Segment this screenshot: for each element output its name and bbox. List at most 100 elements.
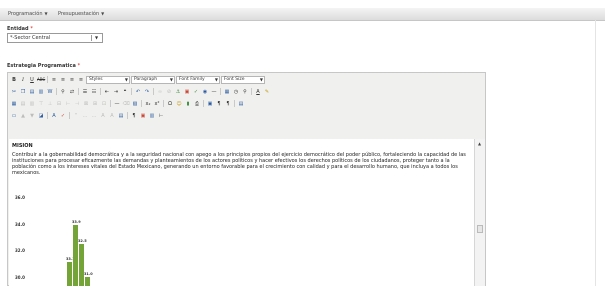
undo-icon[interactable]: ↶ (134, 88, 142, 96)
menu-bar: Programación ▼ Presupuestación ▼ (0, 8, 605, 21)
align-center-icon[interactable]: ≡ (59, 76, 67, 84)
visualchars-icon[interactable]: ¶ (130, 112, 138, 120)
split-cells-icon[interactable]: ⊞ (91, 100, 99, 108)
ltr-icon[interactable]: ¶ (215, 100, 223, 108)
visual-aid-icon[interactable]: ▧ (131, 100, 139, 108)
toolbar-row-3: ▦ ▤ ▥ ⊤ ⊥ ⊟ ⊢ ⊣ ⊠ ⊞ ⊡ — ⌫ ▧ x₂ x² Ω ☺ ▮ … (10, 99, 245, 108)
editor-scrollbar[interactable]: ▲ (474, 139, 485, 286)
editor-content[interactable]: MISION Contribuir a la gobernabilidad de… (9, 139, 475, 286)
layer-icon[interactable]: ▤ (237, 100, 245, 108)
paragraph-dropdown[interactable]: Paragraph ▼ (131, 75, 175, 84)
menu-programacion-label: Programación (8, 11, 43, 17)
merge-cells-icon[interactable]: ⊡ (100, 100, 108, 108)
paste-word-icon[interactable]: W (46, 88, 54, 96)
font-size-dropdown[interactable]: Font Size ▼ (221, 75, 265, 84)
move-forward-icon[interactable]: ▲ (19, 112, 27, 120)
content-paragraph: Contribuir a la gobernabilidad democráti… (12, 152, 466, 176)
strikethrough-icon[interactable]: ABC (37, 76, 45, 84)
pagebreak-icon[interactable]: ⊢ (157, 112, 165, 120)
insert-layer-icon[interactable]: ▭ (10, 112, 18, 120)
insert-col-before-icon[interactable]: ⊢ (64, 100, 72, 108)
y-tick-label: 34.0 (15, 221, 25, 227)
spellcheck-icon[interactable]: ✓ (59, 112, 67, 120)
cut-icon[interactable]: ✂ (10, 88, 18, 96)
align-right-icon[interactable]: ≡ (68, 76, 76, 84)
insert-col-after-icon[interactable]: ⊣ (73, 100, 81, 108)
menu-presupuestacion-label: Presupuestación (58, 11, 100, 17)
toolbar-row-4: ▭ ▲ ▼ ◪ A ✓ “ … … A A ▤ ¶ ▣ ▥ ⊢ (10, 111, 165, 120)
outdent-icon[interactable]: ⇤ (103, 88, 111, 96)
chevron-down-icon: ▼ (44, 11, 48, 16)
rtl-icon[interactable]: ¶ (224, 100, 232, 108)
blockquote-icon[interactable]: ❝ (121, 88, 129, 96)
numbered-list-icon[interactable]: ☷ (90, 88, 98, 96)
highlight-color-icon[interactable]: ✎ (263, 88, 271, 96)
bullet-list-icon[interactable]: ☰ (81, 88, 89, 96)
estrategia-label: Estrategia Programatica * (7, 63, 81, 69)
insert-row-after-icon[interactable]: ⊥ (46, 100, 54, 108)
nonbreaking-icon[interactable]: ▣ (139, 112, 147, 120)
insert-time-icon[interactable]: ◷ (232, 88, 240, 96)
styles-dropdown[interactable]: Styles ▼ (86, 75, 130, 84)
entidad-label: Entidad * (7, 26, 33, 32)
move-backward-icon[interactable]: ▼ (28, 112, 36, 120)
entidad-select[interactable]: *-Sector Central ▼ (7, 33, 103, 43)
italic-icon[interactable]: I (19, 76, 27, 84)
menu-presupuestacion[interactable]: Presupuestación ▼ (58, 11, 104, 17)
fullscreen-icon[interactable]: ▣ (206, 100, 214, 108)
unlink-icon[interactable]: ⊘ (165, 88, 173, 96)
underline-icon[interactable]: U (28, 76, 36, 84)
menu-programacion[interactable]: Programación ▼ (8, 11, 48, 17)
row-props-icon[interactable]: ▤ (19, 100, 27, 108)
copy-icon[interactable]: ❐ (19, 88, 27, 96)
bar-data-label: 33.9 (72, 220, 81, 224)
anchor-icon[interactable]: ⚓ (174, 88, 182, 96)
remove-format-icon[interactable]: ⌫ (122, 100, 130, 108)
styleprops-icon[interactable]: A (50, 112, 58, 120)
ins-icon[interactable]: A (108, 112, 116, 120)
media-icon[interactable]: ▮ (184, 100, 192, 108)
absolute-icon[interactable]: ◪ (37, 112, 45, 120)
table-icon[interactable]: ▦ (10, 100, 18, 108)
help-icon[interactable]: ◉ (201, 88, 209, 96)
bold-icon[interactable]: B (10, 76, 18, 84)
replace-icon[interactable]: ⇄ (68, 88, 76, 96)
acronym-icon[interactable]: … (90, 112, 98, 120)
scrollbar-thumb[interactable] (477, 225, 483, 233)
insert-row-before-icon[interactable]: ⊤ (37, 100, 45, 108)
chart-bar (67, 262, 72, 286)
preview-icon[interactable]: ⚲ (241, 88, 249, 96)
del-icon[interactable]: A (99, 112, 107, 120)
template-icon[interactable]: ▥ (148, 112, 156, 120)
cleanup-icon[interactable]: ✓ (192, 88, 200, 96)
image-icon[interactable]: ▣ (183, 88, 191, 96)
superscript-icon[interactable]: x² (153, 100, 161, 108)
subscript-icon[interactable]: x₂ (144, 100, 152, 108)
delete-col-icon[interactable]: ⊠ (82, 100, 90, 108)
attribs-icon[interactable]: ▤ (117, 112, 125, 120)
abbr-icon[interactable]: … (81, 112, 89, 120)
paste-text-icon[interactable]: ▥ (37, 88, 45, 96)
emoticons-icon[interactable]: ☺ (175, 100, 183, 108)
indent-icon[interactable]: ⇥ (112, 88, 120, 96)
insert-date-icon[interactable]: ▦ (223, 88, 231, 96)
find-icon[interactable]: ⚲ (59, 88, 67, 96)
special-char-icon[interactable]: Ω (166, 100, 174, 108)
horizontal-rule-icon[interactable]: — (113, 100, 121, 108)
redo-icon[interactable]: ↷ (143, 88, 151, 96)
chevron-down-icon: ▼ (124, 76, 128, 82)
align-left-icon[interactable]: ≡ (50, 76, 58, 84)
cell-props-icon[interactable]: ▥ (28, 100, 36, 108)
print-icon[interactable]: ⎙ (193, 100, 201, 108)
font-color-icon[interactable]: A (254, 88, 262, 96)
cite-icon[interactable]: “ (72, 112, 80, 120)
link-icon[interactable]: ∞ (156, 88, 164, 96)
paste-icon[interactable]: ▤ (28, 88, 36, 96)
chevron-down-icon: ▼ (259, 76, 263, 82)
scroll-up-icon[interactable]: ▲ (478, 141, 481, 146)
font-family-dropdown[interactable]: Font Family ▼ (176, 75, 220, 84)
delete-row-icon[interactable]: ⊟ (55, 100, 63, 108)
chevron-down-icon[interactable]: ▼ (91, 35, 101, 41)
code-icon[interactable]: — (210, 88, 218, 96)
align-justify-icon[interactable]: ≡ (77, 76, 85, 84)
